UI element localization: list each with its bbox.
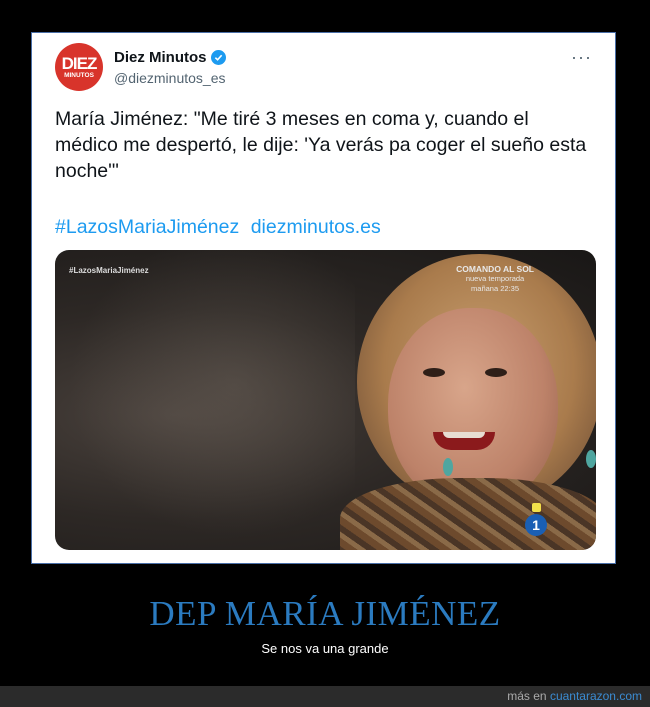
page-subtitle: Se nos va una grande	[261, 641, 389, 656]
avatar[interactable]: DIEZ MINUTOS	[55, 43, 103, 91]
photo-teeth	[443, 432, 485, 438]
tweet-links: #LazosMariaJiménez diezminutos.es	[55, 216, 381, 239]
footer-site-link[interactable]: cuantarazon.com	[550, 689, 642, 703]
url-link[interactable]: diezminutos.es	[251, 216, 381, 238]
more-options-icon[interactable]: ···	[571, 47, 592, 68]
photo-earring-left	[443, 458, 453, 476]
tweet-screenshot-frame: DIEZ MINUTOS Diez Minutos @diezminutos_e…	[31, 32, 616, 564]
promo-subtitle: nueva temporada	[465, 274, 525, 283]
channel-logo-icon: 1	[525, 514, 547, 536]
promo-time: mañana 22:35	[471, 284, 520, 293]
media-hashtag-overlay: #LazosMariaJiménez	[69, 266, 149, 275]
media-promo-overlay: COMANDO AL SOL nueva temporada mañana 22…	[456, 264, 534, 294]
avatar-logo-line2: MINUTOS	[64, 71, 94, 79]
photo-scarf	[340, 478, 596, 550]
channel-logo-dot-icon	[532, 503, 541, 512]
author-name[interactable]: Diez Minutos	[114, 49, 207, 66]
photo-eye-right	[485, 368, 507, 377]
author-row: Diez Minutos	[114, 49, 226, 66]
footer-bar: más en cuantarazon.com	[0, 686, 650, 707]
photo-eye-left	[423, 368, 445, 377]
hashtag-link[interactable]: #LazosMariaJiménez	[55, 216, 239, 238]
tweet-card: DIEZ MINUTOS Diez Minutos @diezminutos_e…	[35, 36, 612, 560]
tweet-text: María Jiménez: "Me tiré 3 meses en coma …	[55, 108, 587, 182]
author-handle[interactable]: @diezminutos_es	[114, 70, 226, 86]
verified-badge-icon	[210, 50, 226, 65]
photo-earring-right	[586, 450, 596, 468]
avatar-logo-line1: DIEZ	[61, 53, 98, 73]
promo-title: COMANDO AL SOL	[456, 264, 534, 274]
page-title: DEP MARÍA JIMÉNEZ	[149, 594, 501, 633]
tweet-media-image[interactable]: #LazosMariaJiménez COMANDO AL SOL nueva …	[55, 250, 596, 550]
media-background-light	[55, 250, 355, 550]
footer-prefix: más en	[507, 689, 547, 703]
